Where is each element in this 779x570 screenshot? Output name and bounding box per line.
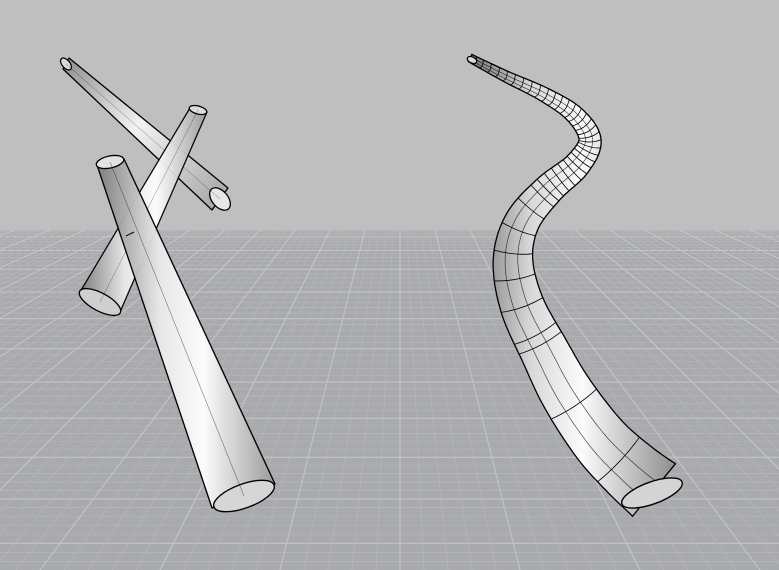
viewport-scene[interactable] xyxy=(0,0,779,570)
3d-viewport[interactable] xyxy=(0,0,779,570)
